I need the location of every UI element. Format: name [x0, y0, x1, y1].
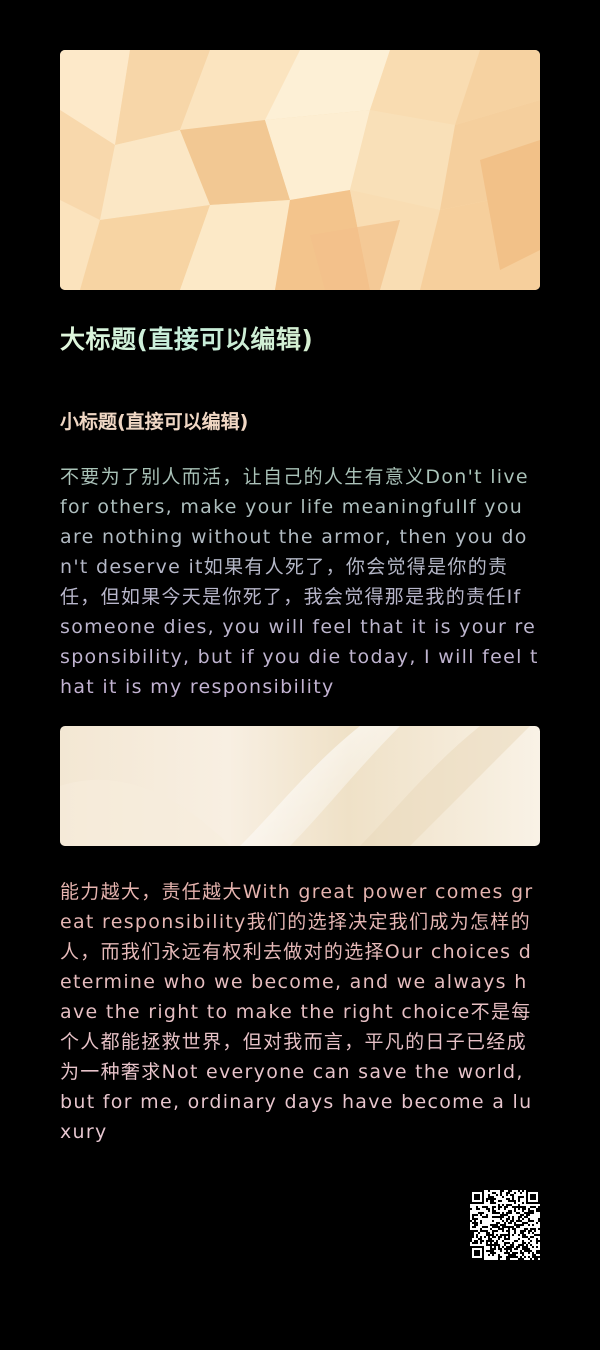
article-page: 大标题(直接可以编辑) 小标题(直接可以编辑) 不要为了别人而活，让自己的人生有… [0, 0, 600, 1350]
sub-title: 小标题(直接可以编辑) [60, 411, 249, 433]
paragraph-first: 不要为了别人而活，让自己的人生有意义Don't live for others,… [60, 462, 540, 702]
qr-code-image[interactable] [470, 1190, 540, 1260]
silk-banner-image [60, 726, 540, 846]
main-title: 大标题(直接可以编辑) [60, 322, 313, 358]
paragraph-second: 能力越大，责任越大With great power comes great re… [60, 877, 540, 1147]
top-banner-image [60, 50, 540, 290]
